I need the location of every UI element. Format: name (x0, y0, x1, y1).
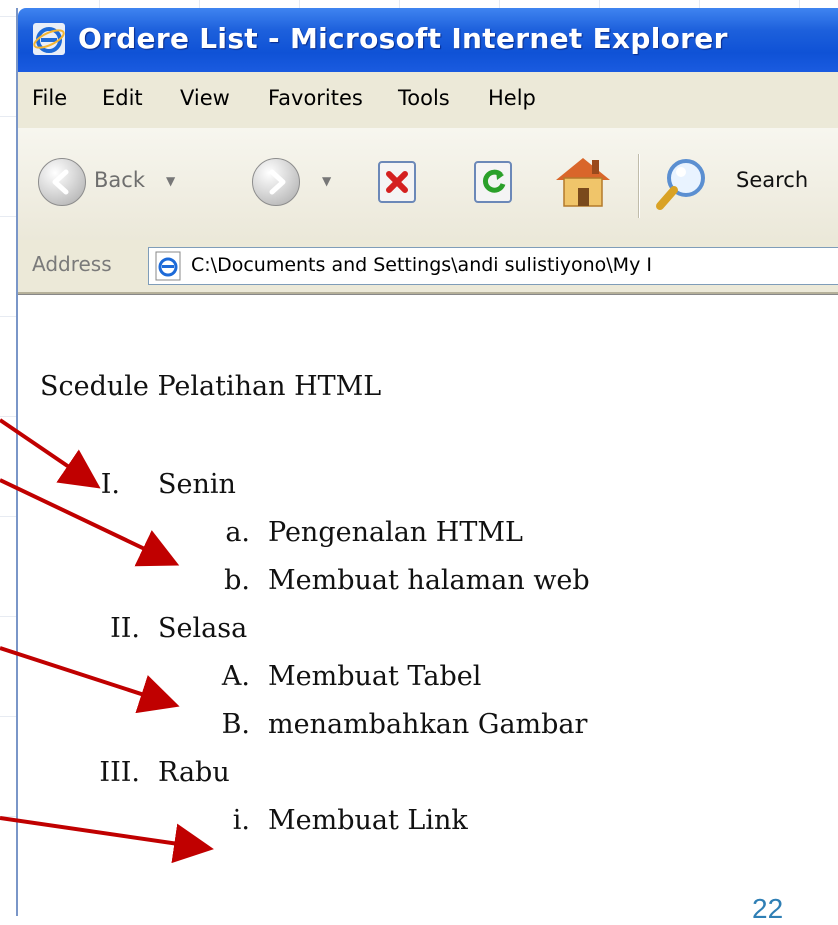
menu-favorites[interactable]: Favorites (268, 86, 363, 110)
browser-window: Ordere List - Microsoft Internet Explore… (16, 8, 838, 917)
page-icon (155, 251, 181, 281)
list-marker: b. (224, 565, 250, 596)
list-item: Senin (158, 469, 236, 500)
home-button[interactable] (552, 152, 614, 214)
page-content: Scedule Pelatihan HTML I. Senin a. Penge… (18, 294, 838, 917)
address-value: C:\Documents and Settings\andi sulistiyo… (191, 254, 652, 276)
list-marker: III. (99, 757, 140, 788)
back-label: Back (94, 168, 145, 192)
menu-bar: File Edit View Favorites Tools Help (18, 72, 838, 129)
forward-icon (252, 158, 300, 206)
list-marker: a. (225, 517, 250, 548)
list-item: Membuat Tabel (268, 661, 482, 692)
menu-edit[interactable]: Edit (102, 86, 143, 110)
list-item: Membuat halaman web (268, 565, 590, 596)
address-bar: Address C:\Documents and Settings\andi s… (18, 240, 838, 294)
back-button[interactable]: Back ▼ (38, 158, 175, 206)
forward-dropdown-icon[interactable]: ▼ (322, 174, 331, 188)
search-label: Search (736, 168, 809, 192)
stop-icon (378, 161, 416, 203)
forward-button[interactable]: ▼ (252, 158, 331, 206)
search-icon (656, 159, 705, 210)
list-marker: B. (221, 709, 250, 740)
list-marker: II. (110, 613, 140, 644)
address-label: Address (32, 252, 112, 276)
address-input[interactable]: C:\Documents and Settings\andi sulistiyo… (148, 247, 838, 285)
title-bar[interactable]: Ordere List - Microsoft Internet Explore… (18, 8, 838, 72)
list-item: Selasa (158, 613, 248, 644)
internet-explorer-icon (33, 23, 65, 55)
menu-file[interactable]: File (32, 86, 67, 110)
list-item: Pengenalan HTML (268, 517, 523, 548)
menu-tools[interactable]: Tools (398, 86, 450, 110)
refresh-icon (474, 161, 512, 203)
menu-help[interactable]: Help (488, 86, 536, 110)
back-icon (38, 158, 86, 206)
list-marker: i. (232, 805, 250, 836)
toolbar: Back ▼ ▼ Search (18, 128, 838, 241)
page-heading: Scedule Pelatihan HTML (40, 371, 382, 402)
refresh-button[interactable] (472, 160, 516, 208)
list-item: Membuat Link (268, 805, 468, 836)
list-item: Rabu (158, 757, 230, 788)
toolbar-separator (638, 154, 640, 218)
slide-number: 22 (752, 893, 784, 924)
list-item: menambahkan Gambar (268, 709, 588, 740)
list-marker: I. (100, 469, 120, 500)
list-marker: A. (221, 661, 250, 692)
window-title: Ordere List - Microsoft Internet Explore… (78, 22, 728, 55)
home-icon (556, 158, 610, 207)
back-dropdown-icon[interactable]: ▼ (166, 174, 175, 188)
search-button[interactable]: Search (654, 156, 808, 216)
stop-button[interactable] (376, 160, 420, 208)
menu-view[interactable]: View (180, 86, 230, 110)
